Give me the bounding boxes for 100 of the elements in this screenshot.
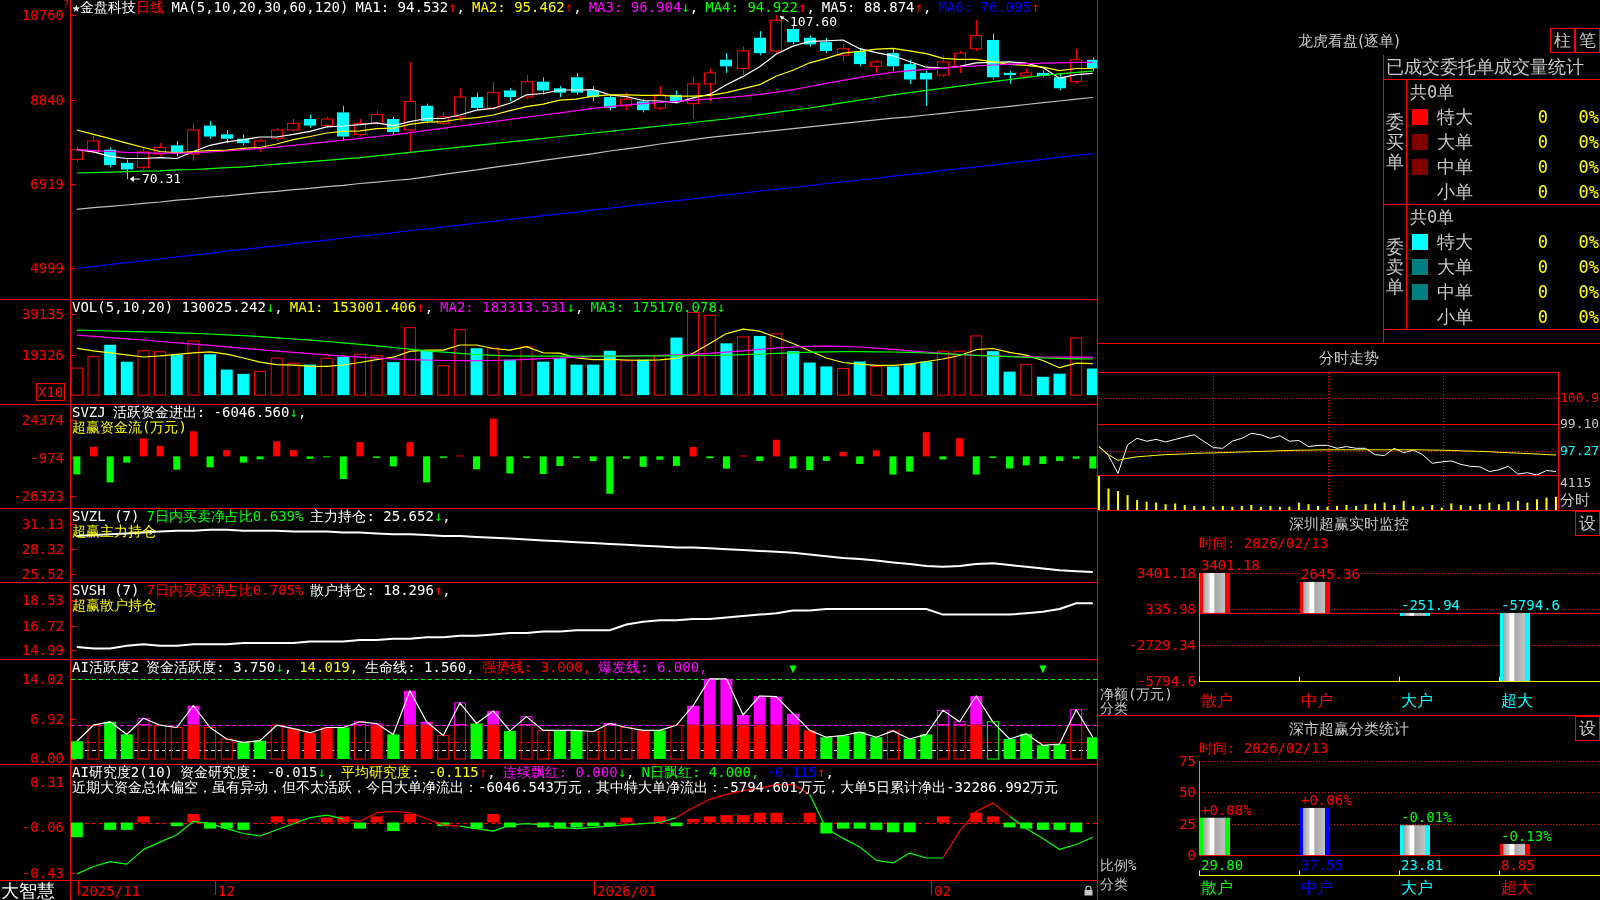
chart-bar [722,456,730,469]
candle [504,87,516,102]
chart-bar [503,822,516,828]
total-label: 共0单 [1410,207,1455,227]
row-label: 特大 [1436,105,1474,128]
row-label: 小单 [1436,180,1474,203]
candle [321,116,333,129]
indicator-label: -0.115 [766,765,817,780]
candle [904,59,916,85]
chart-bar [803,812,816,823]
chart-bar [256,456,264,460]
row-label: 特大 [1436,230,1474,253]
candle [737,46,749,76]
candle [954,50,966,74]
count-value: 0 [1536,180,1548,203]
chart-bar [672,456,680,466]
scale-button[interactable]: X10 [36,383,66,401]
trend-arrow: ↑, [478,765,496,780]
view-button[interactable]: 柱 [1550,28,1575,53]
candle [87,136,99,155]
axis-label: 16.72 [21,620,64,632]
indicator-caption: 超赢散户持仓 [72,597,156,613]
chart-bar [956,438,964,457]
indicator-label: AI研究度2(10) [72,765,173,780]
chart-bar [886,822,899,833]
stock-title: ★金盘科技 [72,0,137,15]
candle [287,118,299,133]
chart-bar [770,812,783,823]
value-label: -5794.6 [1501,598,1560,612]
axis-label: 100.9 [1560,391,1600,405]
axis-caption: 分时 [1560,492,1590,508]
trend-arrow: ↑ [1031,0,1040,15]
percent-value: 0% [1577,280,1600,303]
indicator-label: VOL(5,10,20) 130025.242 [72,300,266,315]
chart-bar [189,431,197,457]
axis-label: 335.98 [1145,602,1196,616]
help-mark[interactable]: ? [62,0,69,9]
candle [837,43,849,63]
candle [171,140,183,157]
chart-bar [1039,456,1047,464]
date-label: 时间: 2026/02/13 [1199,740,1329,756]
chart-bar [1020,822,1033,829]
view-button[interactable]: 笔 [1575,28,1600,53]
indicator-label: MA3: 96.904 [588,0,682,15]
axis-label: -0.06 [21,821,64,833]
trend-arrow: ↓, [617,765,635,780]
axis-label: 4999 [30,262,64,274]
chart-bar [1072,456,1080,459]
category-label: 超大 [1501,878,1533,897]
indicator-label: SVZL (7) [72,509,140,524]
arrow-icon [779,15,789,22]
candle [421,103,433,124]
candle [937,54,949,78]
indicator-label: MA3: 175170.078 [590,300,717,315]
chart-bar [772,439,780,457]
category-label: 大户 [1401,691,1433,710]
value-label: 29.80 [1201,858,1244,872]
trend-arrow: ↑, [816,765,834,780]
chart-bar [239,456,247,463]
indicator-label: 强势线: 3.000, [481,660,592,675]
percent-value: 0% [1577,130,1600,153]
trend-arrow: ↑, [797,0,815,15]
trend-arrow: ↓, [265,300,283,315]
chart-bar [170,822,183,827]
value-label: 23.81 [1401,858,1444,872]
change-label: +0.08% [1201,803,1252,817]
chart-bar [339,456,347,480]
candle [1020,68,1032,78]
candle [1004,70,1016,85]
candle [137,147,149,170]
candle [587,85,599,102]
row-label: 小单 [1436,305,1474,328]
indicator-label: 活跃资金进出: -6046.560 [112,405,290,420]
axis-label: 0 [1187,848,1196,862]
value-label: 3401.18 [1201,558,1260,572]
indicator-label: 生命线: 1.560, [365,660,475,675]
candle [221,129,233,144]
chart-bar [273,441,281,457]
chart-bar [837,822,849,829]
chart-bar [737,815,750,823]
chart-bar [936,816,949,823]
candle [920,70,932,107]
trend-arrow: ↑, [448,0,466,15]
candle [187,122,199,162]
chart-bar [389,456,397,467]
candle [387,116,399,135]
chart-bar [689,446,697,457]
chart-bar [237,822,250,830]
chart-bar [320,817,333,823]
chart-bar [553,822,566,829]
settings-button[interactable]: 设 [1575,716,1600,741]
chart-bar [706,456,714,459]
chart-bar [556,456,564,466]
indicator-label: MA4: 94.922 [705,0,798,15]
candle [704,68,716,102]
axis-caption: 净额(万元) [1100,687,1173,701]
settings-button[interactable]: 设 [1575,511,1600,536]
arrow-icon [129,176,141,183]
chart-bar [123,456,131,463]
section-title: 深市超赢分类统计 [1289,719,1409,738]
